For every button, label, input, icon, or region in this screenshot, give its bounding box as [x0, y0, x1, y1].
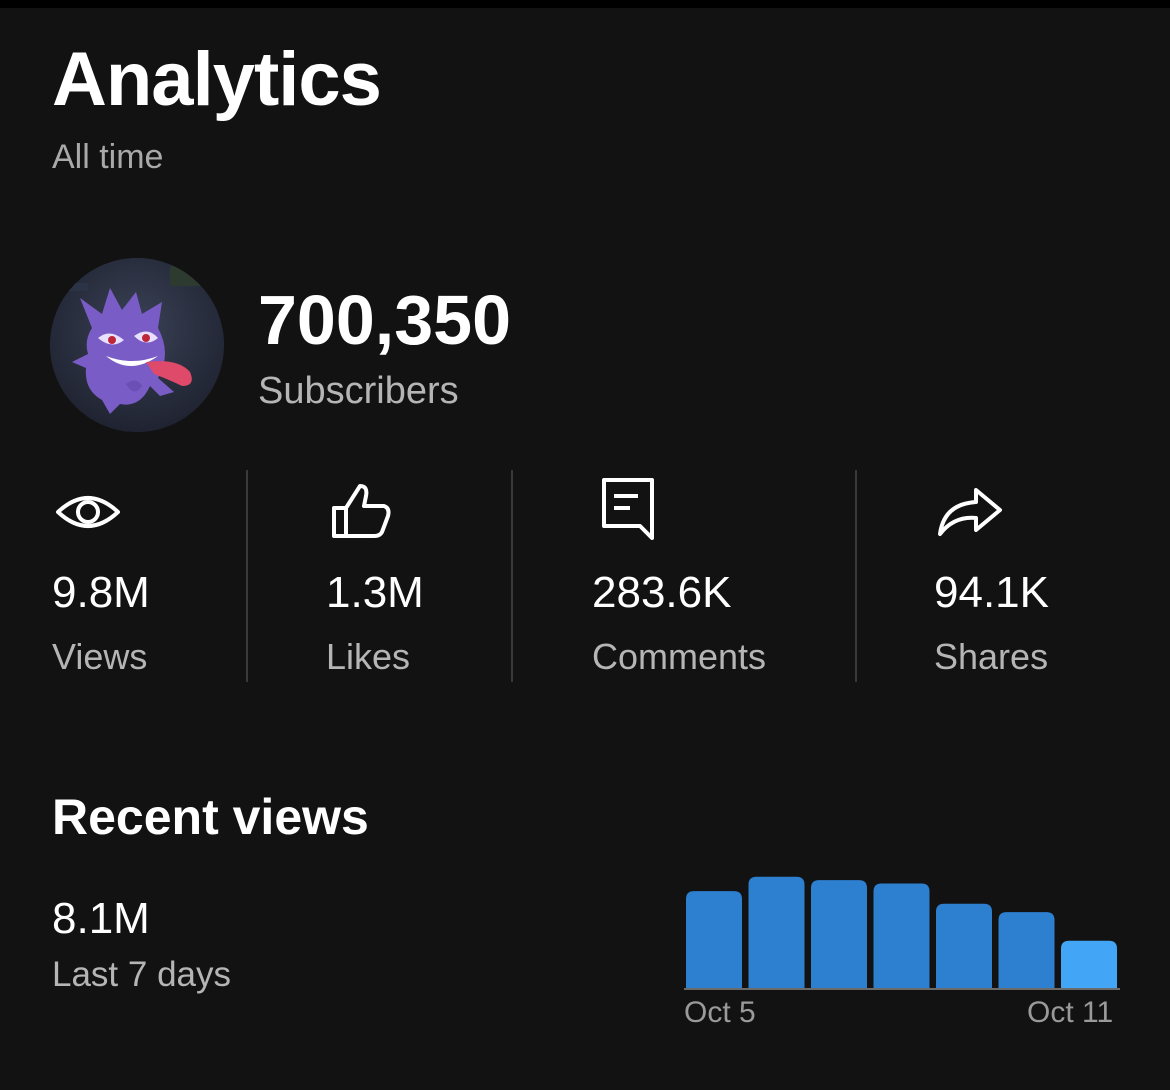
chart-bar[interactable]: [811, 880, 867, 988]
stat-value: 94.1K: [934, 568, 1049, 617]
share-icon: [938, 488, 1002, 536]
avatar[interactable]: [50, 258, 224, 432]
period-label[interactable]: All time: [52, 138, 163, 177]
chart-bar[interactable]: [686, 891, 742, 988]
stat-value: 1.3M: [326, 568, 424, 617]
top-bar: [0, 0, 1170, 8]
chart-bar[interactable]: [748, 876, 805, 988]
stat-label: Comments: [592, 636, 767, 677]
recent-views-heading: Recent views: [52, 789, 369, 845]
eye-icon: [56, 496, 120, 528]
comment-icon: [602, 478, 654, 540]
subscriber-label: Subscribers: [258, 370, 459, 412]
chart-bar[interactable]: [936, 903, 992, 988]
page-title: Analytics: [52, 37, 382, 122]
stat-divider: [855, 470, 857, 682]
stat-views[interactable]: 9.8M Views: [52, 478, 150, 677]
stat-divider: [246, 470, 248, 682]
chart-bar[interactable]: [1061, 940, 1117, 988]
x-tick-label: Oct 11: [1027, 996, 1114, 1029]
stat-value: 283.6K: [592, 568, 732, 617]
x-tick-label: Oct 5: [684, 996, 756, 1029]
recent-views-value: 8.1M: [52, 894, 150, 943]
stat-divider: [511, 470, 513, 682]
chart-bar[interactable]: [873, 883, 930, 988]
stat-label: Likes: [326, 636, 411, 677]
thumbs-up-icon: [332, 484, 391, 538]
stat-comments[interactable]: 283.6K Comments: [592, 478, 766, 677]
chart-bar[interactable]: [998, 912, 1055, 988]
ghost-pokemon-avatar-icon: [50, 258, 224, 432]
stat-likes[interactable]: 1.3M Likes: [326, 478, 424, 677]
stat-value: 9.8M: [52, 568, 150, 617]
recent-views-period: Last 7 days: [52, 955, 231, 994]
subscriber-count: 700,350: [258, 281, 512, 359]
stat-label: Shares: [934, 636, 1049, 677]
stat-shares[interactable]: 94.1K Shares: [934, 478, 1049, 677]
stat-label: Views: [52, 636, 148, 677]
